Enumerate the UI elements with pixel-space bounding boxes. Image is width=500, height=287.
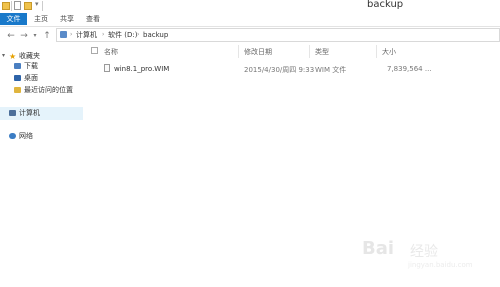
tab-view[interactable]: 查看: [86, 13, 100, 25]
network-icon: [9, 133, 16, 139]
watermark-url: jingyan.baidu.com: [408, 261, 473, 269]
file-icon: [104, 64, 110, 72]
breadcrumb-arrow-icon[interactable]: ›: [102, 29, 104, 41]
nav-favorites[interactable]: 收藏夹: [19, 51, 40, 61]
watermark-text: 经验: [410, 244, 438, 260]
select-all-checkbox[interactable]: [91, 47, 98, 54]
up-button[interactable]: ↑: [42, 31, 52, 41]
nav-network[interactable]: 网络: [19, 131, 33, 141]
customize-toolbar-caret-icon[interactable]: ▾: [35, 0, 39, 8]
nav-item-downloads[interactable]: 下载: [24, 61, 38, 71]
folder-icon: [2, 2, 10, 10]
forward-button[interactable]: →: [19, 31, 29, 41]
computer-icon: [9, 110, 16, 116]
column-header-modified[interactable]: 修改日期: [244, 47, 272, 57]
file-name[interactable]: win8.1_pro.WIM: [114, 65, 169, 73]
title-separator: [42, 1, 43, 11]
expand-arrow-icon[interactable]: ▾: [2, 51, 5, 61]
favorites-star-icon: ★: [9, 52, 17, 61]
window-title: backup: [367, 0, 404, 10]
column-header-size[interactable]: 大小: [382, 47, 396, 57]
computer-icon: [60, 31, 67, 38]
breadcrumb-drive[interactable]: 软件 (D:): [108, 29, 137, 41]
tab-share[interactable]: 共享: [60, 13, 74, 25]
title-bar: [0, 0, 500, 13]
recent-locations-dropdown[interactable]: ▾: [30, 32, 40, 39]
column-divider[interactable]: [376, 45, 377, 58]
tab-home[interactable]: 主页: [34, 13, 48, 25]
nav-item-desktop[interactable]: 桌面: [24, 73, 38, 83]
file-size: 7,839,564 ...: [387, 65, 432, 73]
nav-item-recent[interactable]: 最近访问的位置: [24, 85, 73, 95]
properties-icon[interactable]: [14, 1, 21, 10]
new-folder-icon[interactable]: [24, 2, 32, 10]
nav-computer[interactable]: 计算机: [19, 108, 40, 118]
ribbon-tabs: [0, 13, 500, 27]
desktop-icon: [14, 75, 21, 81]
column-divider[interactable]: [309, 45, 310, 58]
column-header-name[interactable]: 名称: [104, 47, 118, 57]
file-type: WIM 文件: [315, 66, 347, 74]
tab-file[interactable]: 文件: [0, 13, 27, 25]
breadcrumb-computer[interactable]: 计算机: [76, 29, 97, 41]
file-modified: 2015/4/30/周四 9:33: [244, 66, 315, 74]
recent-places-icon: [14, 87, 21, 93]
breadcrumb-backup[interactable]: backup: [143, 29, 168, 41]
watermark-logo: Bai: [362, 238, 395, 259]
quick-access-separator: [11, 1, 12, 11]
breadcrumb-arrow-icon[interactable]: ›: [70, 29, 72, 41]
column-divider[interactable]: [238, 45, 239, 58]
back-button[interactable]: ←: [6, 31, 16, 41]
breadcrumb-arrow-icon[interactable]: ›: [137, 29, 139, 41]
column-header-type[interactable]: 类型: [315, 47, 329, 57]
download-icon: [14, 63, 21, 69]
